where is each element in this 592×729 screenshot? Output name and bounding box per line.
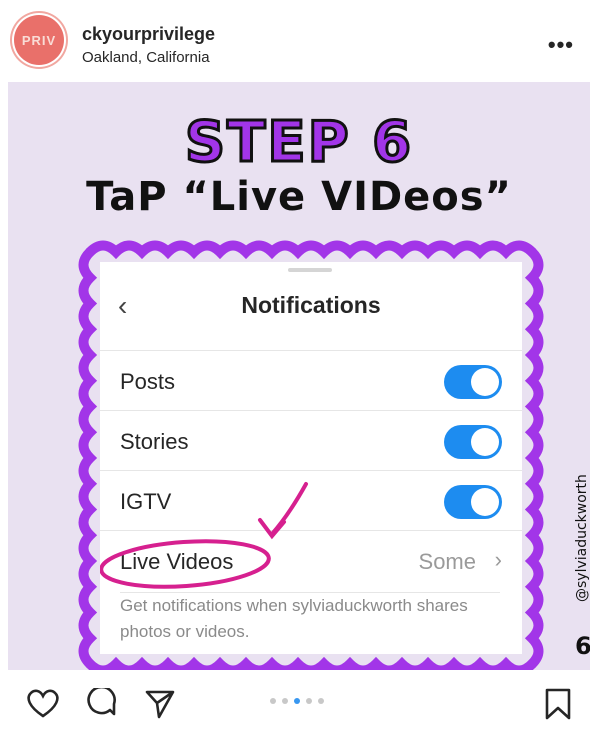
location[interactable]: Oakland, California [82,49,210,66]
share-icon[interactable] [144,688,176,720]
avatar[interactable]: PRIV [14,15,64,65]
bookmark-icon[interactable] [544,688,572,720]
carousel-dot [294,698,300,704]
footnote: Get notifications when sylviaduckworth s… [120,592,500,645]
action-bar [0,672,592,729]
more-options-icon[interactable]: ••• [548,32,574,58]
post-image[interactable]: STEP 6 TaP “Live VIDeos” ‹ Notifications… [8,82,590,670]
carousel-dot [306,698,312,704]
annotation-circle [100,482,308,589]
annotation-arrow-icon [270,482,308,536]
notifications-screen: ‹ Notifications Posts Stories IGTV Live … [100,262,522,654]
carousel-indicator [270,698,324,704]
artist-credit: @sylviaduckworth [574,474,590,602]
page-number: 6 [575,632,590,660]
username[interactable]: ckyourprivilege [82,24,215,45]
carousel-dot [270,698,276,704]
post-header: PRIV ckyourprivilege Oakland, California… [0,0,592,80]
comment-icon[interactable] [86,688,118,720]
carousel-dot [282,698,288,704]
carousel-dot [318,698,324,704]
avatar-text: PRIV [21,32,57,48]
heart-icon[interactable] [26,688,60,718]
